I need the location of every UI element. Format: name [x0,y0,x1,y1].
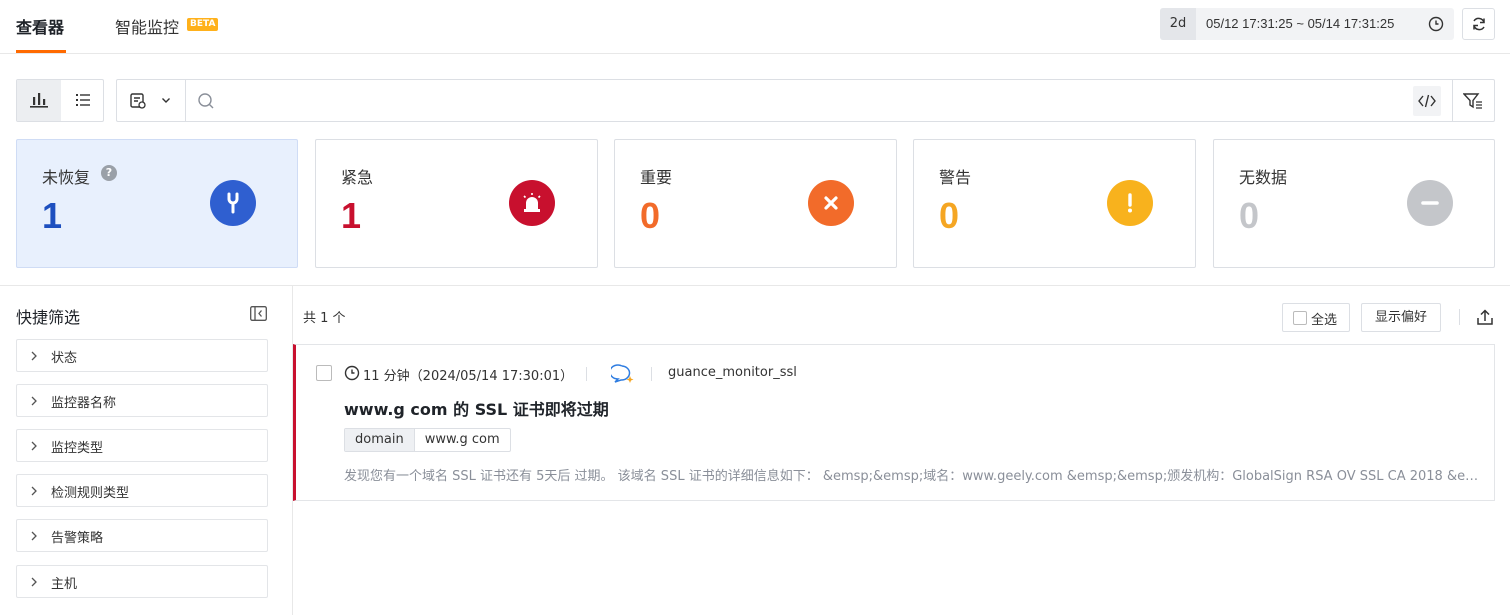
tag-value: www.g com [424,432,500,447]
quick-filter-monitor-name[interactable]: 监控器名称 [16,384,268,417]
card-value: 1 [42,195,63,236]
time-range-preset[interactable]: 2d [1160,8,1196,40]
x-icon [808,180,854,226]
tag-key: domain [345,429,415,451]
minus-icon [1407,180,1453,226]
quick-filter-label: 状态 [51,351,78,366]
card-label: 警告 [939,168,972,187]
separator [651,367,652,381]
chevron-right-icon [31,577,37,587]
toolbar-divider [1459,309,1460,325]
select-all-button[interactable]: 全选 [1282,303,1350,332]
top-tab-bar: 查看器 智能监控 BETA 2d 05/12 17:31:25 ~ 05/14 … [0,0,1510,54]
clock-icon[interactable] [1428,16,1444,32]
document-icon [130,93,146,109]
quick-filter-host[interactable]: 主机 [16,565,268,598]
query-code-button[interactable] [1413,86,1441,116]
card-label: 重要 [640,168,673,187]
view-toggle [16,79,104,122]
refresh-button[interactable] [1462,8,1495,40]
filter-settings-icon[interactable] [1463,92,1483,110]
card-value: 0 [640,195,661,236]
select-all-checkbox[interactable] [1293,311,1307,325]
event-description: 发现您有一个域名 SSL 证书还有 5天后 过期。 该域名 SSL 证书的详细信… [344,469,1484,484]
quick-filter-monitor-type[interactable]: 监控类型 [16,429,268,462]
card-label: 未恢复 [42,168,91,187]
event-title[interactable]: www.g com 的 SSL 证书即将过期 [344,396,609,420]
display-preferences-button[interactable]: 显示偏好 [1361,303,1441,332]
quick-filter-alert-policy[interactable]: 告警策略 [16,519,268,552]
quick-filter-label: 监控器名称 [51,396,117,411]
search-icon [198,93,214,109]
list-view-button[interactable] [61,80,104,121]
export-icon[interactable] [1476,309,1494,326]
bar-chart-icon [30,93,48,108]
code-icon [1418,94,1436,108]
search-bar [116,79,1495,122]
tab-viewer[interactable]: 查看器 [16,14,64,38]
card-label: 紧急 [341,168,374,187]
event-time: 11 分钟（2024/05/14 17:30:01） [363,369,574,384]
active-tab-indicator [16,50,66,53]
card-critical[interactable]: 紧急 1 [315,139,598,268]
tab-smart-monitor[interactable]: 智能监控 [115,14,179,38]
quick-filter-rule-type[interactable]: 检测规则类型 [16,474,268,507]
data-source-select[interactable] [117,80,186,121]
chevron-right-icon [31,531,37,541]
ai-chat-icon[interactable] [611,363,635,385]
quick-filter-status[interactable]: 状态 [16,339,268,372]
quick-filter-label: 检测规则类型 [51,486,130,501]
clock-icon [344,365,360,381]
card-unrecovered[interactable]: 未恢复 ? 1 [16,139,298,268]
quick-filter-label: 告警策略 [51,531,104,546]
chevron-down-icon [162,98,170,103]
event-checkbox[interactable] [316,365,332,381]
time-range-picker[interactable]: 2d 05/12 17:31:25 ~ 05/14 17:31:25 [1160,8,1454,40]
chevron-right-icon [31,486,37,496]
siren-icon [509,180,555,226]
event-card[interactable]: 11 分钟（2024/05/14 17:30:01） guance_monito… [293,344,1495,501]
toolbar-divider [1452,80,1453,121]
card-warning[interactable]: 警告 0 [913,139,1196,268]
select-all-label: 全选 [1311,313,1338,328]
exclamation-icon [1107,180,1153,226]
card-no-data[interactable]: 无数据 0 [1213,139,1495,268]
collapse-sidebar-icon[interactable] [250,306,267,321]
wrench-icon [210,180,256,226]
card-value: 0 [939,195,960,236]
event-tag[interactable]: domain www.g com [344,428,511,452]
quick-filter-label: 主机 [51,577,78,592]
card-value: 1 [341,195,362,236]
card-label: 无数据 [1239,168,1288,187]
refresh-icon [1473,17,1485,31]
quick-filter-label: 监控类型 [51,441,104,456]
list-icon [76,94,90,106]
chart-view-button[interactable] [17,80,61,121]
quick-filter-title: 快捷筛选 [16,308,81,327]
chevron-right-icon [31,351,37,361]
help-icon[interactable]: ? [101,165,117,181]
beta-badge: BETA [187,18,219,31]
result-count: 共 1 个 [303,311,346,326]
separator [586,367,587,381]
search-input[interactable] [221,86,1401,116]
card-important[interactable]: 重要 0 [614,139,897,268]
chevron-right-icon [31,441,37,451]
time-range-text[interactable]: 05/12 17:31:25 ~ 05/14 17:31:25 [1206,16,1394,31]
event-monitor-name[interactable]: guance_monitor_ssl [668,365,797,380]
card-value: 0 [1239,195,1260,236]
chevron-right-icon [31,396,37,406]
section-divider [0,285,1510,286]
